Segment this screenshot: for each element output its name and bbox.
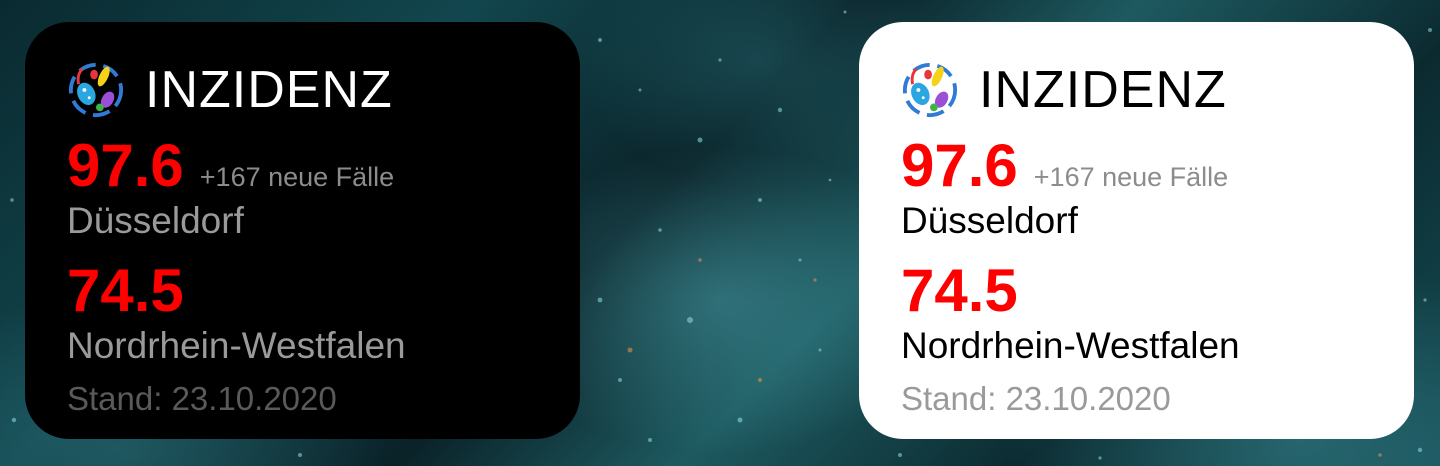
city-incidence-row: 97.6 +167 neue Fälle <box>67 136 580 196</box>
city-incidence-row: 97.6 +167 neue Fälle <box>901 136 1414 196</box>
widget-title: INZIDENZ <box>145 61 393 119</box>
state-incidence-value: 74.5 <box>901 257 1018 324</box>
city-name: Düsseldorf <box>901 200 1078 241</box>
city-name: Düsseldorf <box>67 200 244 241</box>
state-incidence-row: 74.5 <box>901 261 1414 321</box>
new-cases-label: +167 neue Fälle <box>1033 162 1229 192</box>
incidence-widget-dark[interactable]: INZIDENZ 97.6 +167 neue Fälle Düsseldorf… <box>25 22 580 439</box>
new-cases-label: +167 neue Fälle <box>199 162 395 192</box>
state-name: Nordrhein-Westfalen <box>67 325 406 366</box>
virus-icon <box>68 62 124 118</box>
updated-date: Stand: 23.10.2020 <box>901 380 1171 417</box>
updated-date: Stand: 23.10.2020 <box>67 380 337 417</box>
incidence-widget-light[interactable]: INZIDENZ 97.6 +167 neue Fälle Düsseldorf… <box>859 22 1414 439</box>
state-incidence-value: 74.5 <box>67 257 184 324</box>
virus-icon <box>902 62 958 118</box>
city-incidence-value: 97.6 <box>67 132 184 199</box>
widget-title: INZIDENZ <box>979 61 1227 119</box>
state-incidence-row: 74.5 <box>67 261 580 321</box>
city-incidence-value: 97.6 <box>901 132 1018 199</box>
widget-header: INZIDENZ <box>901 58 1414 122</box>
widget-header: INZIDENZ <box>67 58 580 122</box>
state-name: Nordrhein-Westfalen <box>901 325 1240 366</box>
